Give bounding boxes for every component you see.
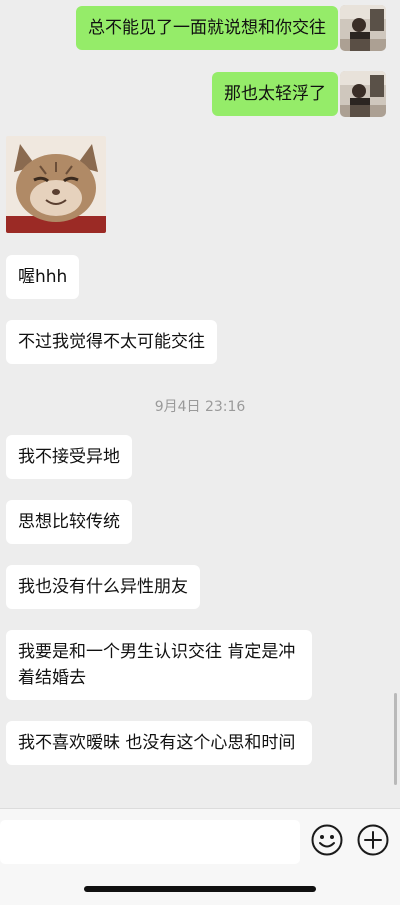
my-avatar[interactable] (340, 5, 386, 51)
message-text: 不过我觉得不太可能交往 (18, 332, 205, 352)
message-text: 思想比较传统 (18, 512, 120, 532)
home-indicator[interactable] (84, 886, 316, 892)
message-input[interactable] (0, 820, 300, 864)
emoji-icon[interactable] (310, 823, 344, 857)
cat-sticker[interactable] (6, 136, 106, 233)
message-bubble-incoming[interactable]: 我也没有什么异性朋友 (6, 565, 200, 609)
message-bubble-incoming[interactable]: 我不接受异地 (6, 435, 132, 479)
message-bubble-incoming[interactable]: 我不喜欢暧昧 也没有这个心思和时间 (6, 721, 312, 765)
message-text: 那也太轻浮了 (224, 84, 326, 104)
message-bubble-outgoing[interactable]: 总不能见了一面就说想和你交往 (76, 6, 338, 50)
plus-icon[interactable] (356, 823, 390, 857)
message-text: 我不喜欢暧昧 也没有这个心思和时间 (18, 733, 296, 753)
message-bubble-incoming[interactable]: 不过我觉得不太可能交往 (6, 320, 217, 364)
message-text: 我要是和一个男生认识交往 肯定是冲着结婚去 (18, 642, 296, 688)
scrollbar[interactable] (394, 693, 397, 785)
my-avatar[interactable] (340, 71, 386, 117)
message-text: 我也没有什么异性朋友 (18, 577, 188, 597)
message-text: 喔hhh (18, 267, 68, 287)
chat-area[interactable]: 总不能见了一面就说想和你交往 那也太轻浮了 喔hhh 不过我觉得不太可能交往 9… (0, 0, 400, 808)
message-timestamp: 9月4日 23:16 (154, 399, 246, 415)
message-text: 总不能见了一面就说想和你交往 (88, 18, 326, 38)
message-text: 我不接受异地 (18, 447, 120, 467)
message-bubble-outgoing[interactable]: 那也太轻浮了 (212, 72, 338, 116)
message-bubble-incoming[interactable]: 喔hhh (6, 255, 80, 299)
message-bubble-incoming[interactable]: 我要是和一个男生认识交往 肯定是冲着结婚去 (6, 630, 312, 700)
message-bubble-incoming[interactable]: 思想比较传统 (6, 500, 132, 544)
